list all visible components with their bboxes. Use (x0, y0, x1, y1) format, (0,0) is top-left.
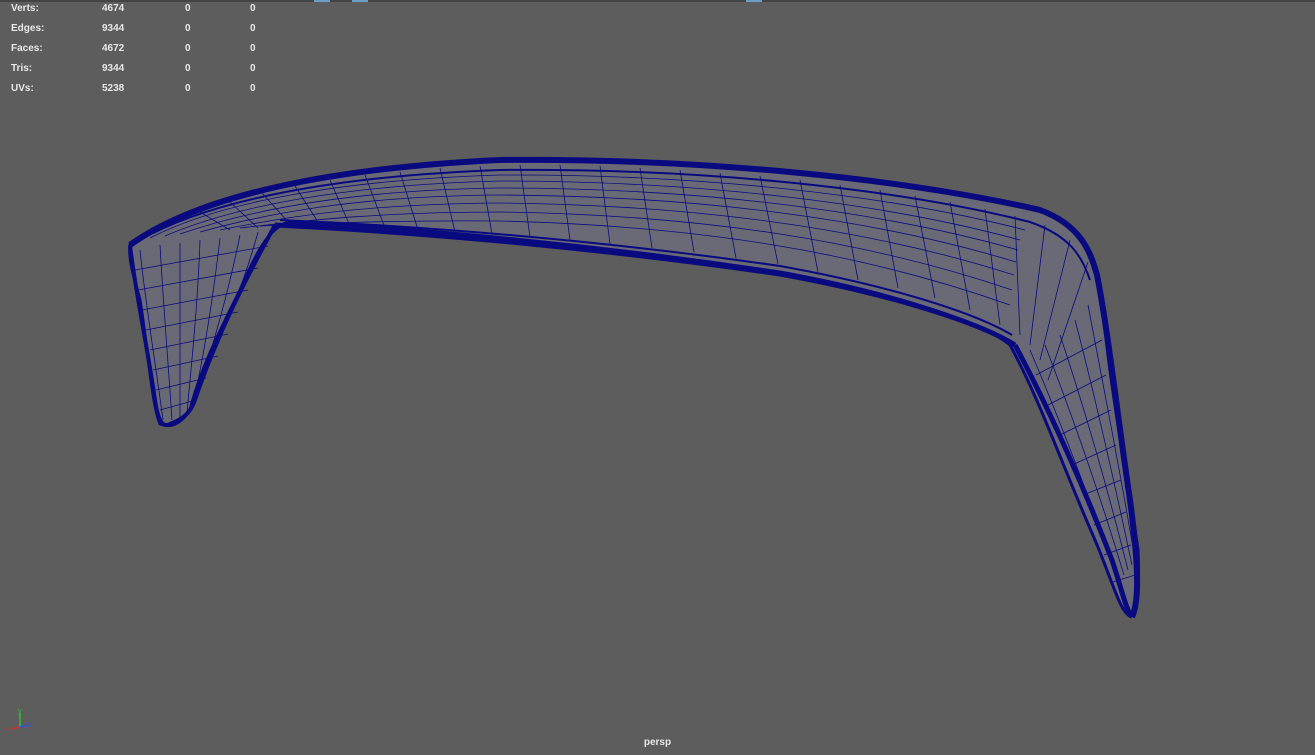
hud-value: 0 (185, 43, 191, 54)
hud-value: 0 (250, 83, 256, 94)
hud-value: 9344 (102, 63, 125, 74)
hud-label: Faces: (11, 43, 43, 54)
spoiler-mesh[interactable] (128, 156, 1141, 619)
hud-row-uvs: UVs: 5238 0 0 (11, 83, 271, 103)
poly-count-hud: Verts: 4674 0 0 Edges: 9344 0 0 Faces: 4… (11, 3, 271, 103)
hud-value: 4674 (102, 3, 125, 14)
axis-y-label: y (18, 708, 22, 715)
hud-value: 0 (185, 63, 191, 74)
hud-label: UVs: (11, 83, 34, 94)
hud-value: 0 (185, 83, 191, 94)
hud-value: 5238 (102, 83, 125, 94)
hud-row-verts: Verts: 4674 0 0 (11, 3, 271, 23)
axis-z-line (19, 724, 28, 728)
hud-value: 9344 (102, 23, 125, 34)
hud-value: 0 (250, 63, 256, 74)
axis-x-label: x (5, 726, 9, 733)
hud-value: 0 (250, 23, 256, 34)
hud-label: Edges: (11, 23, 45, 34)
hud-label: Tris: (11, 63, 33, 74)
hud-value: 4672 (102, 43, 125, 54)
hud-value: 0 (185, 3, 191, 14)
viewport-3d[interactable] (0, 0, 1315, 755)
camera-name-label: persp (643, 737, 672, 748)
hud-row-faces: Faces: 4672 0 0 (11, 43, 271, 63)
axis-x-line (10, 726, 21, 730)
axis-gizmo: y x z (5, 708, 32, 733)
hud-value: 0 (185, 23, 191, 34)
hud-row-edges: Edges: 9344 0 0 (11, 23, 271, 43)
hud-value: 0 (250, 43, 256, 54)
hud-label: Verts: (11, 3, 39, 14)
hud-value: 0 (250, 3, 256, 14)
hud-row-tris: Tris: 9344 0 0 (11, 63, 271, 83)
axis-z-label: z (28, 722, 32, 729)
